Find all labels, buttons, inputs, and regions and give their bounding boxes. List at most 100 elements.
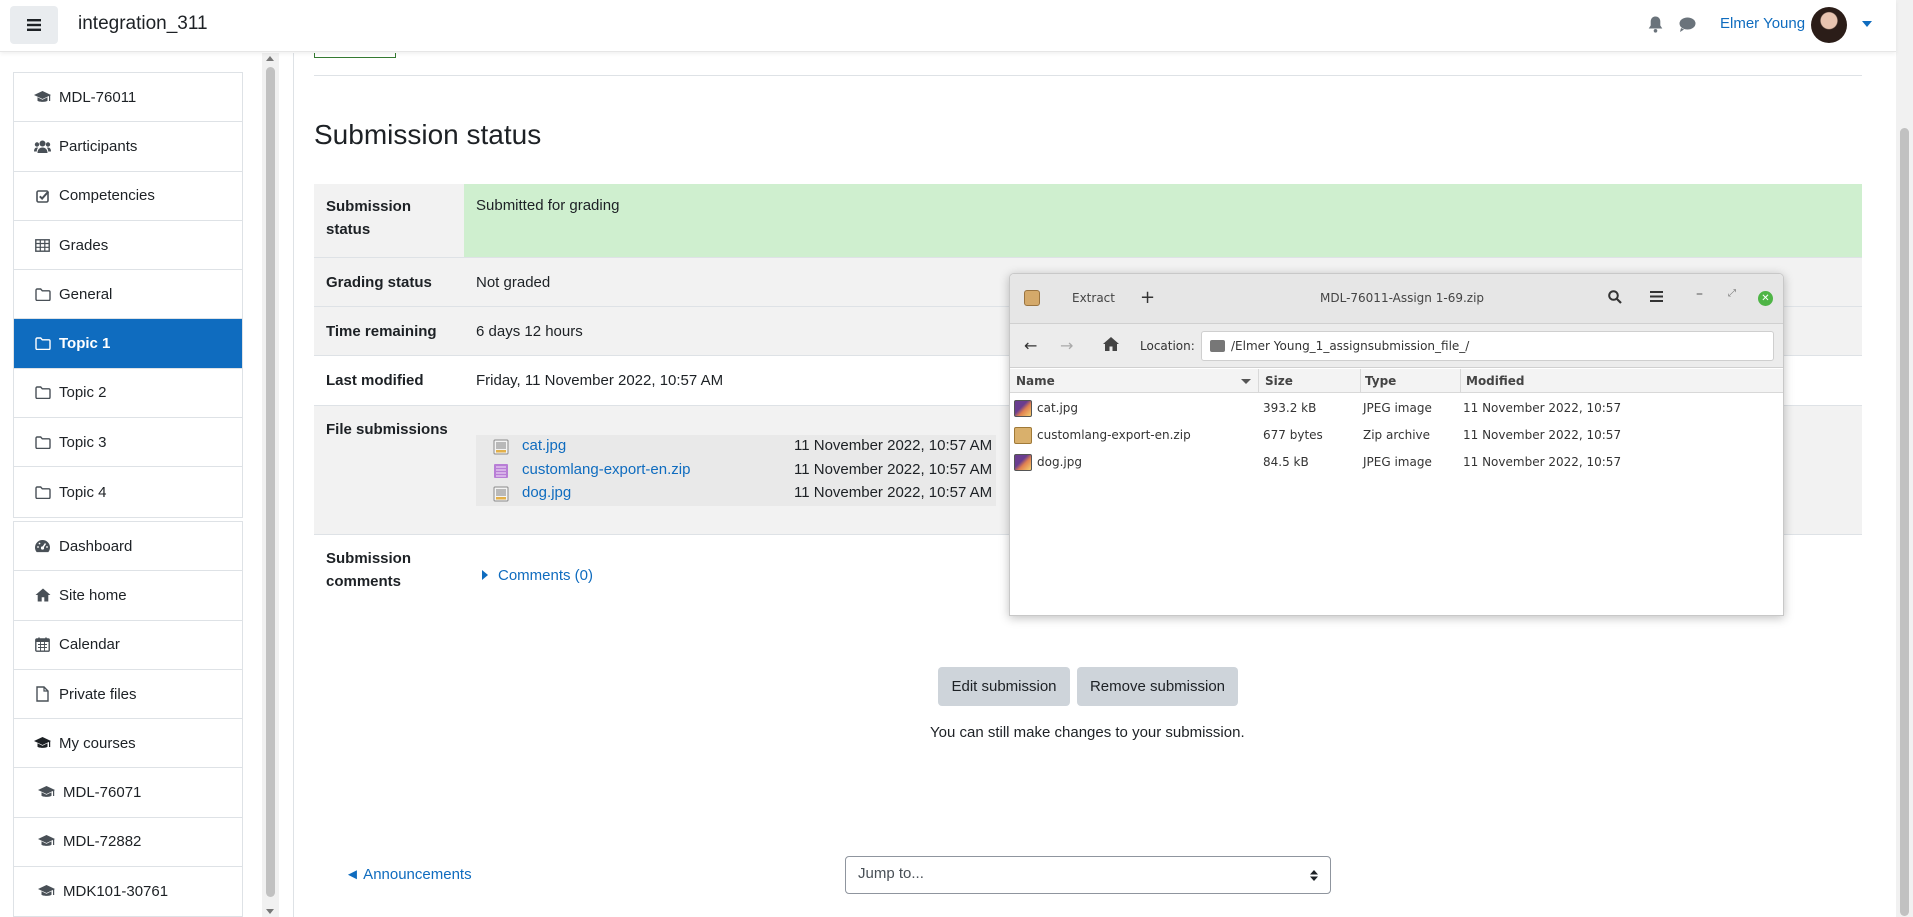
archive-app-icon [1024,290,1040,306]
submission-status-value: Submitted for grading [476,197,620,214]
file-date: 11 November 2022, 10:57 AM [794,460,993,478]
page-scrollbar[interactable] [1896,0,1913,917]
sidebar-item-label: Topic 4 [59,483,107,501]
file-date: 11 November 2022, 10:57 AM [794,484,993,501]
page-scrollbar-thumb[interactable] [1900,128,1909,916]
archive-entry-modified: 11 November 2022, 10:57 [1463,401,1622,415]
sidebar-item-label: Competencies [59,187,155,205]
archive-entry-name: customlang-export-en.zip [1037,428,1191,442]
sidebar-item-mdl-76011[interactable]: MDL-76011 [14,73,242,123]
row-label: Last modified [326,372,424,389]
sidebar-item-label: Topic 2 [59,384,107,402]
column-name-header[interactable]: Name [1016,374,1055,388]
file-link[interactable]: customlang-export-en.zip [522,461,690,478]
remove-submission-button[interactable]: Remove submission [1077,667,1238,706]
home-icon[interactable] [1103,337,1119,351]
sidebar-item-competencies[interactable]: Competencies [14,172,242,221]
file-submissions-list: cat.jpg 11 November 2022, 10:57 AM customl… [476,435,996,506]
archive-list-row[interactable]: customlang-export-en.zip 677 bytes Zip arc… [1010,422,1783,449]
table-icon [34,237,51,254]
sidebar-item-mdl-76071[interactable]: MDL-76071 [14,768,242,818]
sidebar-item-label: Grades [59,236,109,254]
scroll-down-arrow-icon[interactable] [266,909,274,914]
jpeg-image-icon [1014,400,1032,417]
row-label: Time remaining [326,323,437,340]
column-modified-header[interactable]: Modified [1466,374,1525,388]
back-arrow-icon[interactable]: ← [1024,336,1037,355]
sidebar-item-label: Participants [59,137,138,155]
archive-list-row[interactable]: cat.jpg 393.2 kB JPEG image 11 November 202… [1010,395,1783,422]
sidebar-item-private-files[interactable]: Private files [14,670,242,720]
sidebar-item-mdl-72882[interactable]: MDL-72882 [14,818,242,868]
sidebar-item-topic-4[interactable]: Topic 4 [14,467,242,516]
file-icon [34,686,51,703]
sort-descending-icon[interactable] [1241,379,1251,384]
plus-icon: + [1140,287,1156,308]
column-size-header[interactable]: Size [1265,374,1293,388]
edit-submission-button[interactable]: Edit submission [938,667,1070,706]
sidebar-item-dashboard[interactable]: Dashboard [14,522,242,572]
previous-activity-link[interactable]: ◄ Announcements [345,866,472,883]
sidebar-item-my-courses[interactable]: My courses [14,719,242,769]
notifications-bell-icon[interactable] [1648,16,1663,33]
location-path: /Elmer Young_1_assignsubmission_file_/ [1231,339,1470,353]
archive-list-row[interactable]: dog.jpg 84.5 kB JPEG image 11 November 2022… [1010,449,1783,476]
image-file-icon [493,486,509,502]
sidebar-item-label: Calendar [59,636,120,654]
close-icon[interactable]: ✕ [1758,291,1773,306]
window-headerbar: Extract + MDL-76011-Assign 1-69.zip – ⤢ … [1010,274,1783,324]
sidebar-item-topic-2[interactable]: Topic 2 [14,369,242,419]
add-files-button[interactable]: + [1140,287,1155,308]
sidebar-item-label: Topic 1 [59,335,111,353]
forward-arrow-icon[interactable]: → [1060,336,1073,355]
sidebar-item-participants[interactable]: Participants [14,122,242,172]
archive-file-icon [493,463,509,479]
row-label: Submission comments [326,550,412,590]
zip-archive-icon [1014,427,1032,444]
archive-entry-type: Zip archive [1363,428,1431,442]
file-link[interactable]: dog.jpg [522,484,571,501]
user-menu-name[interactable]: Elmer Young [1720,15,1805,32]
sidebar-item-label: Site home [59,586,127,604]
chevron-down-icon[interactable] [1862,21,1872,27]
jump-to-select[interactable]: Jump to... [845,856,1331,894]
sidebar-item-topic-3[interactable]: Topic 3 [14,418,242,468]
extract-button[interactable]: Extract [1072,291,1115,305]
hamburger-menu-icon[interactable] [1650,291,1663,302]
archive-manager-window: Extract + MDL-76011-Assign 1-69.zip – ⤢ … [1009,273,1784,616]
list-item: dog.jpg 11 November 2022, 10:57 AM [476,482,996,506]
sidebar-item-general[interactable]: General [14,270,242,320]
search-icon[interactable] [1608,290,1622,304]
sidebar-scrollbar[interactable] [262,53,279,917]
messages-chat-icon[interactable] [1679,17,1696,32]
file-link[interactable]: cat.jpg [522,437,566,454]
sidebar-scrollbar-thumb[interactable] [266,67,275,897]
course-index-sidebar: MDL-76011 Participants Competencies Grades G… [0,53,262,917]
menu-toggle-button[interactable] [10,6,58,44]
graduation-cap-icon [38,784,55,801]
sidebar-item-site-home[interactable]: Site home [14,571,242,621]
column-type-header[interactable]: Type [1365,374,1396,388]
sidebar-item-mdk101-30761[interactable]: MDK101-30761 [14,867,242,916]
folder-icon [34,286,51,303]
users-icon [34,138,51,155]
folder-icon [34,384,51,401]
maximize-icon[interactable]: ⤢ [1728,288,1736,299]
minimize-icon[interactable]: – [1696,286,1703,302]
divider [293,53,294,917]
site-name[interactable]: integration_311 [78,13,208,35]
graduation-cap-icon [34,89,51,106]
sidebar-item-label: My courses [59,734,136,752]
partial-button[interactable] [314,53,396,58]
scroll-up-arrow-icon[interactable] [266,56,274,61]
sidebar-item-grades[interactable]: Grades [14,221,242,271]
top-navbar: integration_311 Elmer Young [0,0,1896,52]
comments-toggle-link[interactable]: Comments (0) [476,567,593,584]
user-avatar[interactable] [1811,7,1847,43]
folder-icon [34,484,51,501]
sidebar-item-calendar[interactable]: Calendar [14,621,242,670]
sidebar-item-topic-1[interactable]: Topic 1 [14,319,242,369]
location-field[interactable]: /Elmer Young_1_assignsubmission_file_/ [1201,331,1774,361]
list-item: cat.jpg 11 November 2022, 10:57 AM [476,435,996,459]
page-heading: Submission status [314,119,542,150]
